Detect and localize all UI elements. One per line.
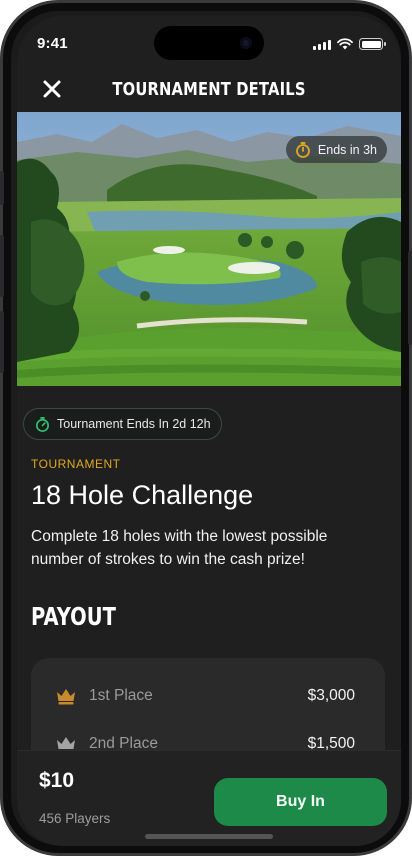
page-title: TOURNAMENT DETAILS bbox=[112, 79, 306, 100]
mute-switch bbox=[0, 171, 4, 205]
player-count: 456 Players bbox=[39, 811, 111, 826]
ends-in-pill: Ends in 3h bbox=[285, 136, 387, 163]
tournament-ends-text: Tournament Ends In 2d 12h bbox=[57, 417, 211, 431]
payout-row-1st: 1st Place $3,000 bbox=[31, 682, 385, 712]
status-time: 9:41 bbox=[37, 35, 68, 52]
entry-price: $10 bbox=[39, 769, 75, 792]
dynamic-island bbox=[154, 26, 264, 60]
buy-in-button[interactable]: Buy In bbox=[214, 778, 387, 826]
tournament-ends-badge: Tournament Ends In 2d 12h bbox=[23, 408, 222, 440]
phone-frame: 9:41 TOURNAMENT DETAILS Ends in 3h Tourn… bbox=[0, 0, 412, 856]
wifi-icon bbox=[337, 38, 353, 50]
status-icons bbox=[313, 38, 386, 50]
status-bar: 9:41 bbox=[17, 16, 401, 70]
gold-crown-icon bbox=[57, 689, 75, 705]
header: TOURNAMENT DETAILS bbox=[17, 70, 401, 112]
timer-icon bbox=[35, 416, 50, 432]
buy-in-footer: $10 456 Players Buy In bbox=[17, 750, 401, 846]
tournament-name: 18 Hole Challenge bbox=[31, 480, 254, 510]
ends-in-text: Ends in 3h bbox=[317, 142, 377, 157]
timer-icon bbox=[296, 141, 310, 158]
cellular-signal-icon bbox=[313, 39, 331, 50]
volume-up-button bbox=[0, 235, 4, 297]
tournament-kicker: TOURNAMENT bbox=[31, 457, 121, 471]
screen: 9:41 TOURNAMENT DETAILS Ends in 3h Tourn… bbox=[17, 16, 401, 846]
payout-place-label: 1st Place bbox=[89, 687, 153, 704]
battery-icon bbox=[359, 38, 386, 50]
payout-heading: PAYOUT bbox=[31, 602, 116, 631]
home-indicator[interactable] bbox=[145, 834, 273, 839]
tournament-description: Complete 18 holes with the lowest possib… bbox=[31, 528, 328, 568]
hero-image: Ends in 3h bbox=[17, 112, 401, 386]
volume-down-button bbox=[0, 311, 4, 373]
payout-amount: $3,000 bbox=[307, 687, 355, 704]
power-button bbox=[408, 251, 412, 345]
camera-icon bbox=[240, 37, 252, 49]
